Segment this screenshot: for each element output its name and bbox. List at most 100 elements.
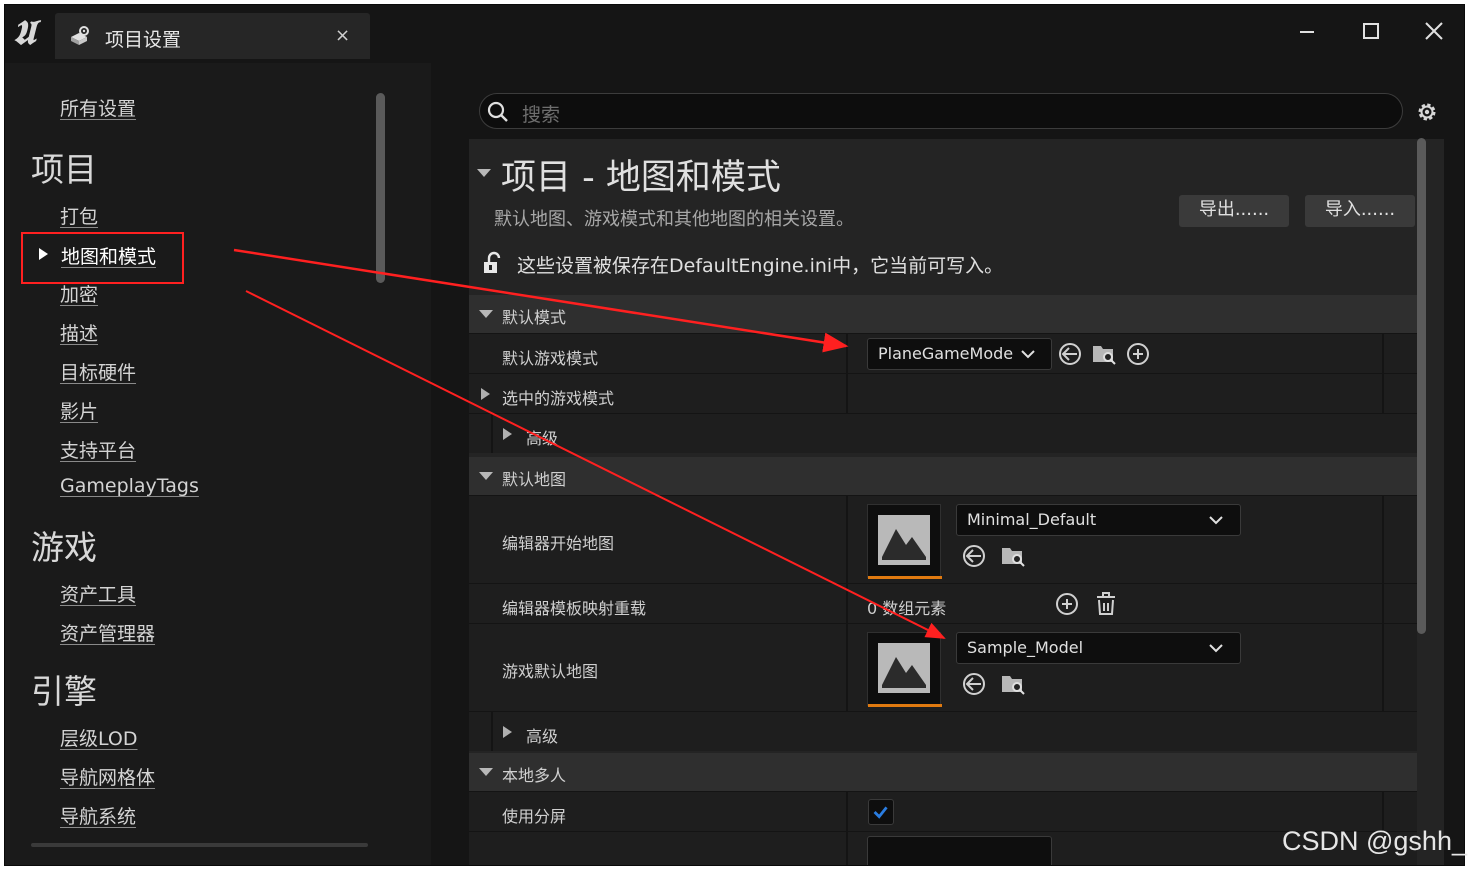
section-local-multiplayer[interactable]: 本地多人 [469, 753, 1417, 791]
import-button[interactable]: 导入...... [1305, 195, 1415, 227]
chevron-down-icon [1021, 350, 1035, 359]
watermark: CSDN @gshh_ [1282, 826, 1467, 856]
section-local-multiplayer-label: 本地多人 [502, 766, 567, 785]
column-divider [846, 334, 848, 373]
indent-line [491, 712, 493, 751]
add-icon[interactable] [1054, 591, 1080, 617]
project-settings-window: 𝖀 项目设置 × 所有设置 项目 打包 地图和模式 加密 描述 目标硬件 影片 [4, 4, 1465, 866]
nav-section-engine: 引擎 [31, 672, 97, 711]
nav-scrollbar[interactable] [376, 93, 385, 283]
settings-nav: 所有设置 项目 打包 地图和模式 加密 描述 目标硬件 影片 支持平台 Game… [5, 63, 431, 865]
column-divider [1382, 624, 1384, 711]
row-selected-game-mode[interactable]: 选中的游戏模式 [469, 373, 1417, 413]
details-scrollbar[interactable] [1417, 138, 1426, 634]
nav-horizontal-scrollbar[interactable] [31, 843, 368, 847]
editor-template-override-label: 编辑器模板映射重载 [502, 599, 647, 618]
settings-details: 搜索 项目 - 地图和模式 默认地图、游戏模式和其他地图的相关设置。 导出...… [431, 63, 1464, 865]
trash-icon[interactable] [1093, 591, 1119, 617]
selected-game-mode-label: 选中的游戏模式 [502, 389, 615, 408]
nav-item-navmesh[interactable]: 导航网格体 [60, 763, 155, 790]
nav-item-maps-modes[interactable]: 地图和模式 [21, 232, 184, 284]
nav-item-asset-manager[interactable]: 资产管理器 [60, 619, 155, 646]
tab-project-settings[interactable]: 项目设置 × [55, 13, 370, 59]
column-divider [846, 584, 848, 623]
nav-item-gameplay-tags[interactable]: GameplayTags [60, 475, 199, 497]
chevron-down-icon [1209, 644, 1223, 653]
section-default-modes-label: 默认模式 [502, 308, 567, 327]
search-input[interactable]: 搜索 [479, 93, 1403, 129]
nav-item-maps-modes-label: 地图和模式 [61, 246, 157, 268]
map-asset-icon [878, 643, 930, 693]
section-default-modes[interactable]: 默认模式 [469, 295, 1417, 333]
expand-icon [479, 310, 493, 318]
array-elements-count: 0 数组元素 [867, 599, 947, 618]
browse-folder-icon[interactable] [1000, 543, 1026, 569]
expand-right-icon [503, 428, 512, 440]
add-icon[interactable] [1125, 341, 1151, 367]
section-default-maps-label: 默认地图 [502, 470, 567, 489]
row-default-maps-advanced[interactable]: 高级 [469, 711, 1417, 751]
game-default-map-combo[interactable]: Sample_Model [956, 632, 1241, 664]
nav-item-hlod[interactable]: 层级LOD [60, 724, 138, 751]
expand-right-icon [503, 726, 512, 738]
column-divider [1382, 374, 1384, 413]
game-default-map-label: 游戏默认地图 [502, 662, 599, 681]
section-default-maps[interactable]: 默认地图 [469, 457, 1417, 495]
details-panel: 项目 - 地图和模式 默认地图、游戏模式和其他地图的相关设置。 导出......… [469, 139, 1444, 865]
tab-close-icon[interactable]: × [335, 25, 350, 46]
indent-line [491, 414, 493, 453]
nav-item-movies[interactable]: 影片 [60, 397, 98, 424]
category-collapse-icon[interactable] [477, 169, 491, 177]
column-divider [1382, 584, 1384, 623]
nav-item-packaging[interactable]: 打包 [60, 202, 98, 229]
tab-title: 项目设置 [105, 29, 182, 51]
map-asset-icon [878, 515, 930, 565]
gear-icon[interactable] [1414, 99, 1440, 125]
row-default-game-mode: 默认游戏模式 PlaneGameMode [469, 333, 1417, 373]
project-settings-icon [71, 26, 89, 45]
nav-section-game: 游戏 [31, 528, 97, 567]
config-save-note: 这些设置被保存在DefaultEngine.ini中，它当前可写入。 [517, 255, 1004, 277]
row-editor-startup-map: 编辑器开始地图 Minimal_Default [469, 495, 1417, 583]
nav-item-encryption[interactable]: 加密 [60, 280, 98, 307]
unlock-icon [484, 251, 501, 273]
use-splitscreen-checkbox[interactable] [868, 799, 894, 825]
use-selected-icon[interactable] [961, 671, 987, 697]
search-placeholder: 搜索 [522, 104, 561, 126]
advanced-label: 高级 [526, 727, 559, 746]
row-game-default-map: 游戏默认地图 Sample_Model [469, 623, 1417, 711]
row-editor-template-override: 编辑器模板映射重载 0 数组元素 [469, 583, 1417, 623]
nav-item-asset-tools[interactable]: 资产工具 [60, 580, 136, 607]
maximize-icon[interactable] [1356, 17, 1386, 47]
use-splitscreen-label: 使用分屏 [502, 807, 567, 826]
map-thumbnail[interactable] [867, 632, 942, 707]
row-partial [469, 831, 1417, 865]
unreal-logo: 𝖀 [13, 13, 36, 53]
editor-startup-map-combo[interactable]: Minimal_Default [956, 504, 1241, 536]
asset-type-bar [868, 576, 942, 579]
export-button[interactable]: 导出...... [1179, 195, 1289, 227]
browse-folder-icon[interactable] [1000, 671, 1026, 697]
search-icon [487, 101, 508, 122]
nav-all-settings[interactable]: 所有设置 [60, 94, 136, 121]
minimize-icon[interactable] [1292, 17, 1322, 47]
expand-icon [479, 768, 493, 776]
row-default-modes-advanced[interactable]: 高级 [469, 413, 1417, 453]
nav-item-target-hardware[interactable]: 目标硬件 [60, 358, 136, 385]
column-divider [1382, 334, 1384, 373]
default-game-mode-combo[interactable]: PlaneGameMode [867, 338, 1052, 370]
map-thumbnail[interactable] [867, 504, 942, 579]
nav-item-nav-system[interactable]: 导航系统 [60, 802, 136, 829]
use-selected-icon[interactable] [1057, 341, 1083, 367]
close-window-icon[interactable] [1419, 17, 1449, 47]
nav-item-description[interactable]: 描述 [60, 319, 98, 346]
default-game-mode-value: PlaneGameMode [878, 344, 1014, 363]
partial-combo[interactable] [867, 836, 1052, 865]
selected-caret-icon [39, 248, 48, 260]
browse-folder-icon[interactable] [1091, 341, 1117, 367]
use-selected-icon[interactable] [961, 543, 987, 569]
row-use-splitscreen: 使用分屏 [469, 791, 1417, 831]
editor-startup-map-value: Minimal_Default [967, 510, 1097, 529]
nav-item-supported-platforms[interactable]: 支持平台 [60, 436, 136, 463]
column-divider [846, 832, 848, 865]
